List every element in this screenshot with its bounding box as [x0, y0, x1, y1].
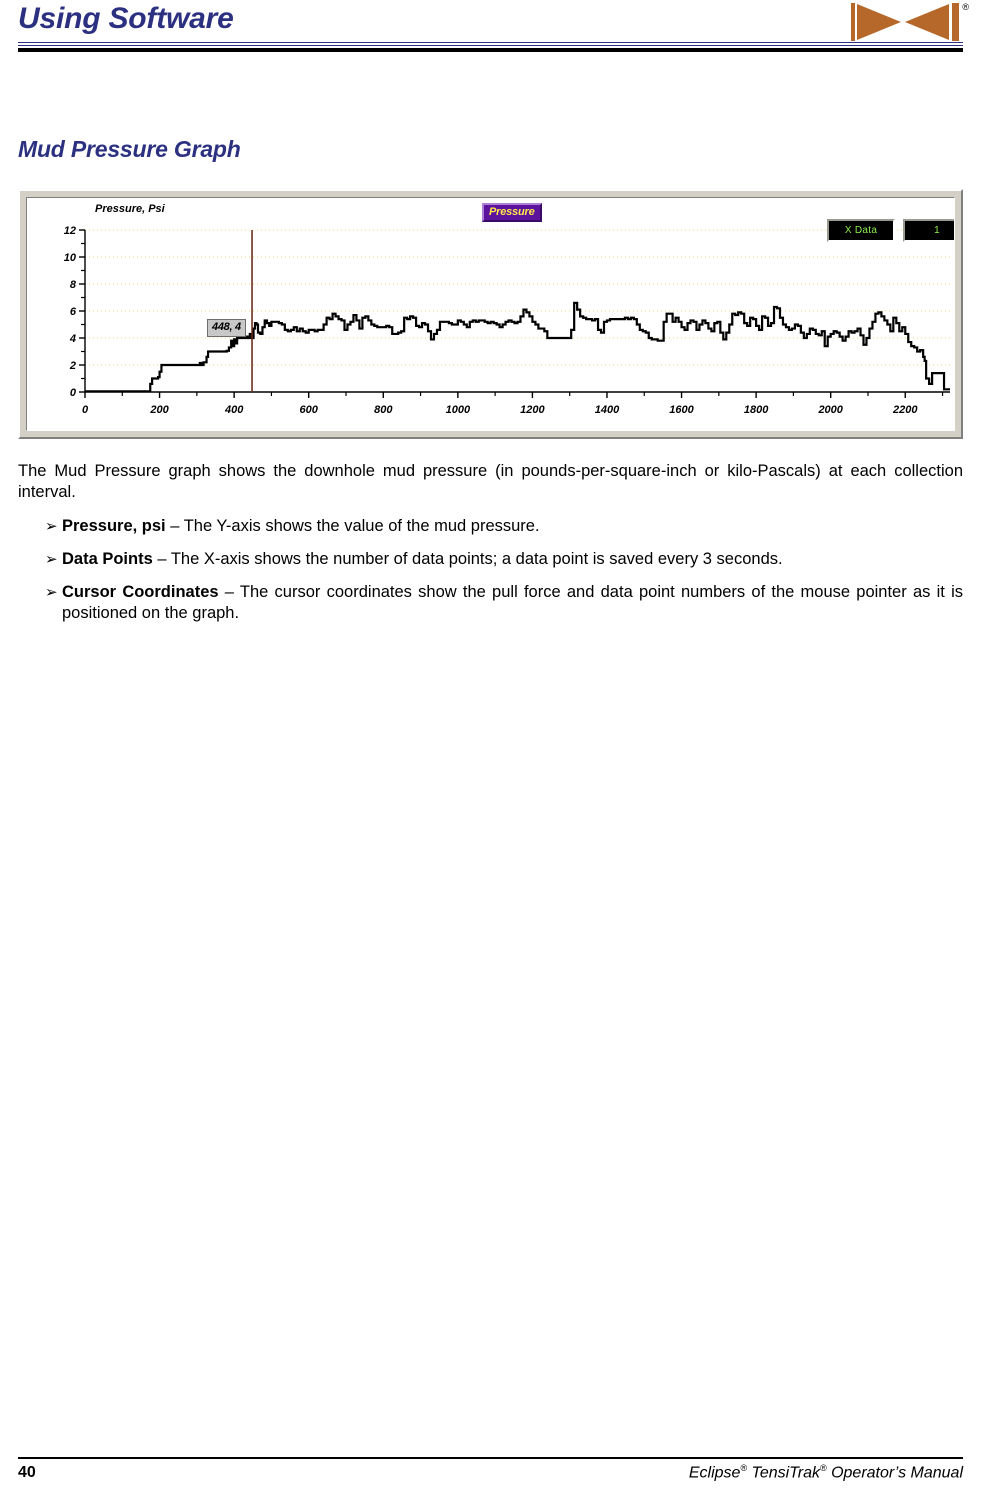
svg-text:200: 200 [149, 404, 169, 416]
bullet-list: ➢ Pressure, psi – The Y-axis shows the v… [18, 516, 963, 624]
readout-value[interactable]: 1 [903, 219, 954, 242]
bullet-text: Data Points – The X-axis shows the numbe… [62, 549, 963, 570]
section-heading: Mud Pressure Graph [18, 136, 241, 162]
bullet-text: Cursor Coordinates – The cursor coordina… [62, 582, 963, 624]
registered-mark: ® [819, 1462, 827, 1473]
bullet-desc: – The X-axis shows the number of data po… [152, 550, 783, 568]
manual-title: Eclipse® TensiTrak® Operator’s Manual [689, 1463, 963, 1482]
legend-pressure-badge[interactable]: Pressure [482, 203, 542, 222]
page-number: 40 [18, 1464, 36, 1481]
svg-text:2200: 2200 [892, 404, 918, 416]
page-title: Using Software [18, 2, 234, 35]
list-item: ➢ Cursor Coordinates – The cursor coordi… [18, 582, 963, 624]
list-item: ➢ Data Points – The X-axis shows the num… [18, 549, 963, 570]
arrow-bullet-icon: ➢ [45, 518, 58, 535]
readout-x-data[interactable]: X Data [827, 219, 895, 242]
mud-pressure-chart-panel: Pressure, Psi 0 2 4 6 8 10 12 0 200 400 600 800 1000 1… [18, 189, 963, 439]
arrow-bullet-icon: ➢ [45, 584, 58, 601]
svg-text:1600: 1600 [669, 404, 694, 416]
svg-text:Pressure, Psi: Pressure, Psi [95, 203, 166, 215]
svg-text:600: 600 [300, 404, 319, 416]
svg-text:1400: 1400 [595, 404, 620, 416]
header-rule-mid [18, 45, 963, 46]
svg-text:1200: 1200 [520, 404, 545, 416]
svg-text:0: 0 [70, 387, 77, 399]
header-rule-top [18, 42, 963, 43]
svg-text:2: 2 [69, 360, 76, 372]
intro-paragraph: The Mud Pressure graph shows the downhol… [18, 462, 963, 501]
svg-text:1000: 1000 [446, 404, 471, 416]
svg-text:4: 4 [69, 333, 76, 345]
svg-text:1800: 1800 [744, 404, 769, 416]
svg-text:800: 800 [374, 404, 393, 416]
svg-text:8: 8 [70, 279, 77, 291]
bullet-term: Cursor Coordinates [62, 583, 219, 601]
list-item: ➢ Pressure, psi – The Y-axis shows the v… [18, 516, 963, 537]
svg-text:0: 0 [82, 404, 89, 416]
bullet-term: Data Points [62, 550, 153, 568]
page-header: Using Software ® [18, 0, 969, 58]
dci-logo: ® [849, 2, 969, 42]
svg-text:2000: 2000 [817, 404, 843, 416]
mud-pressure-plot: Pressure, Psi 0 2 4 6 8 10 12 0 200 400 600 800 1000 1… [64, 203, 950, 416]
cursor-coordinates-tooltip: 448, 4 [207, 319, 246, 337]
dci-logo-icon [851, 3, 959, 41]
arrow-bullet-icon: ➢ [45, 551, 58, 568]
header-rule-thick [18, 48, 963, 52]
svg-text:6: 6 [70, 306, 77, 318]
manual-name-2: TensiTrak [747, 1464, 820, 1481]
chart-plot-area: Pressure, Psi 0 2 4 6 8 10 12 0 200 400 600 800 1000 1… [26, 197, 955, 431]
page-footer: 40 Eclipse® TensiTrak® Operator’s Manual [18, 1456, 963, 1482]
svg-text:10: 10 [64, 252, 77, 264]
registered-mark: ® [962, 2, 969, 12]
bullet-term: Pressure, psi [62, 517, 166, 535]
svg-text:12: 12 [64, 225, 76, 237]
manual-name-3: Operator’s Manual [826, 1464, 963, 1481]
document-page: Using Software ® Mud Pressure Graph Pres… [0, 0, 981, 1496]
footer-rule [18, 1456, 963, 1459]
manual-name-1: Eclipse [688, 1464, 741, 1481]
bullet-text: Pressure, psi – The Y-axis shows the val… [62, 516, 963, 537]
svg-text:400: 400 [224, 404, 244, 416]
bullet-desc: – The Y-axis shows the value of the mud … [165, 517, 540, 535]
